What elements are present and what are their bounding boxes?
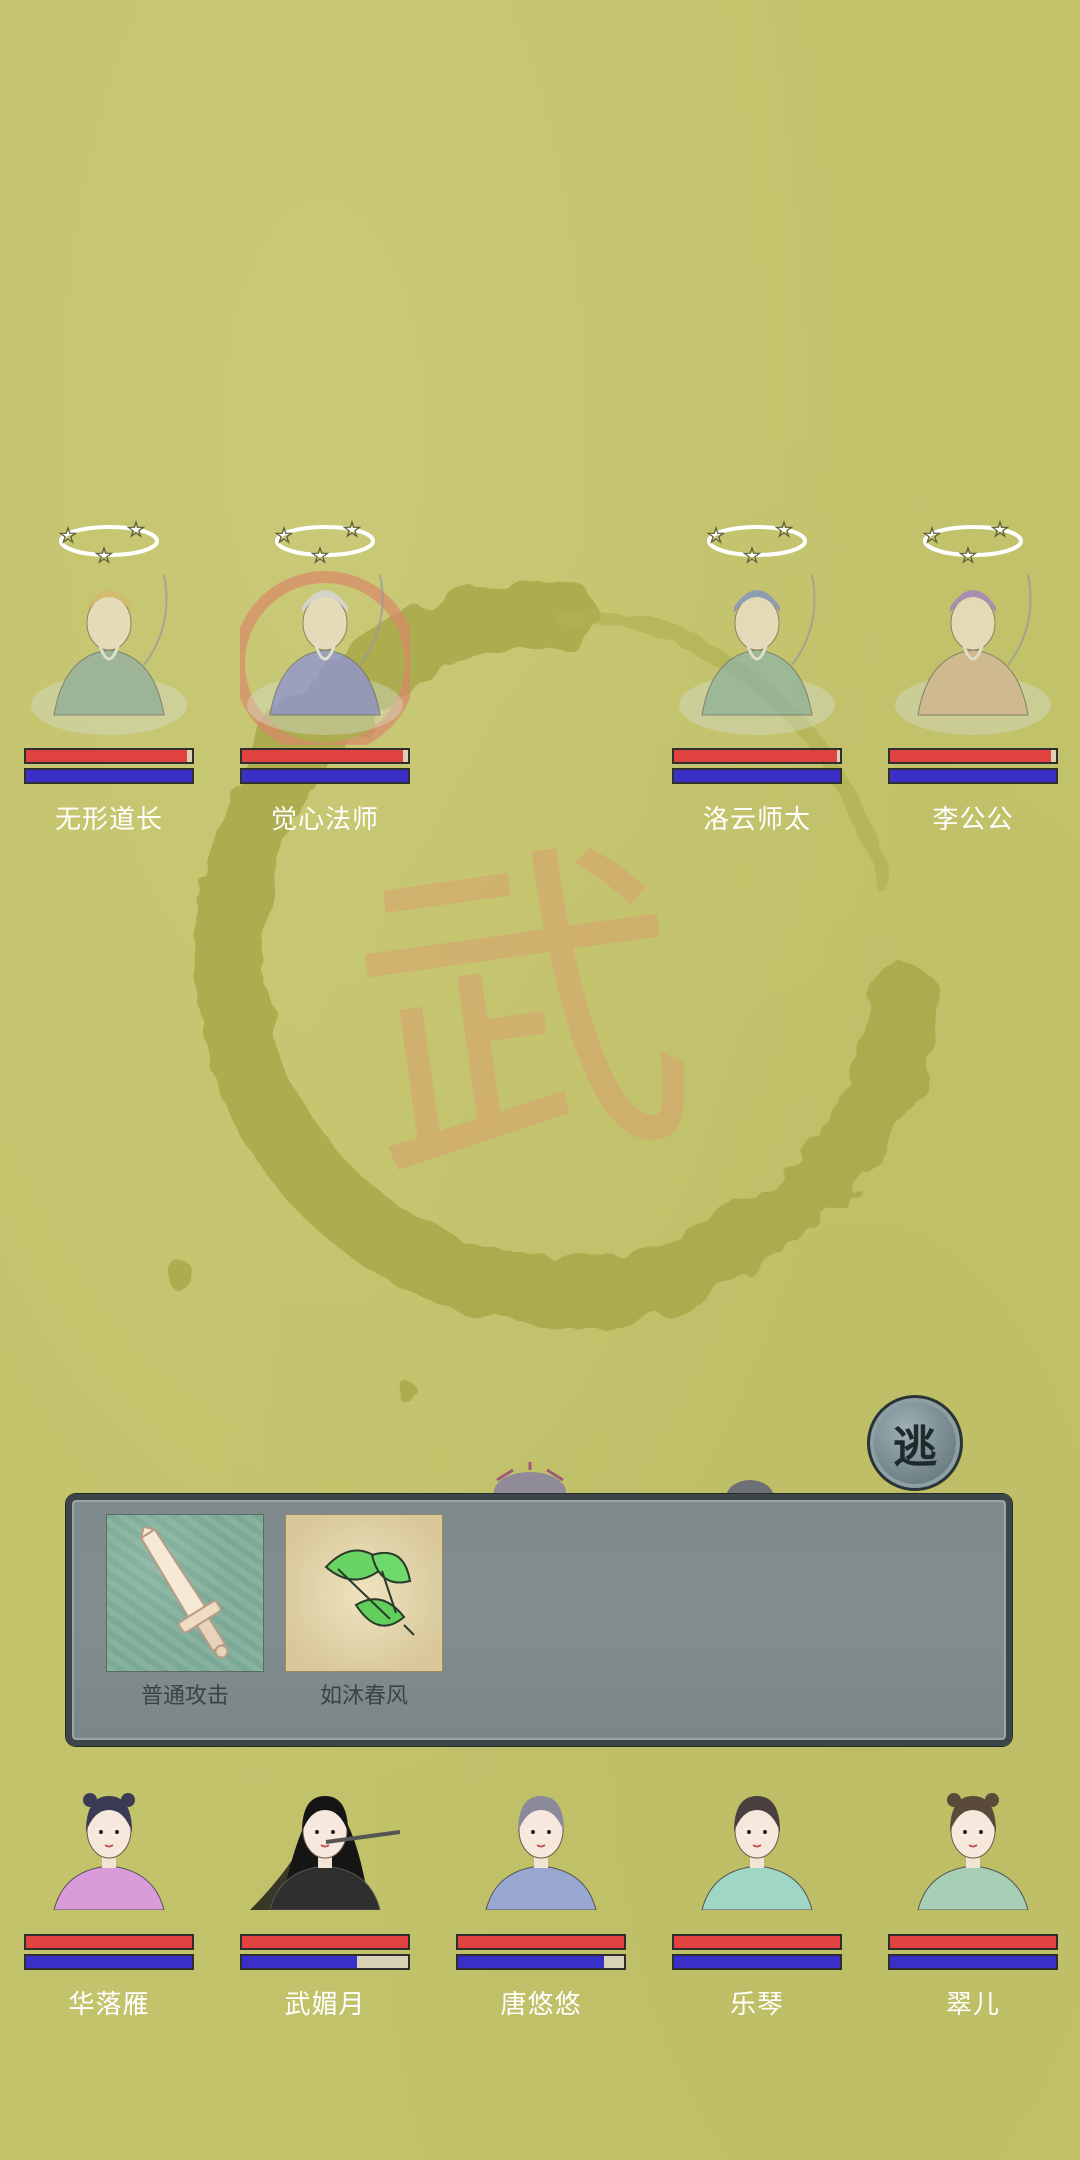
character-figure-icon [53, 1793, 165, 1910]
mp-fill [674, 1956, 840, 1968]
ally-mp-bar [672, 1954, 842, 1970]
enemy-portrait: ☆ ☆ ☆ [31, 518, 187, 735]
enemy-name: 无形道长 [54, 805, 163, 835]
ally-hp-bar [888, 1934, 1058, 1950]
enemy-name: 李公公 [932, 805, 1014, 835]
svg-text:☆: ☆ [126, 518, 146, 543]
enemy-mp-bar [672, 768, 842, 784]
ally-portrait [250, 1796, 401, 1910]
hp-fill [26, 750, 188, 762]
skill-label: 普通攻击 [140, 1684, 229, 1709]
svg-text:☆: ☆ [958, 544, 978, 569]
ally-portrait [53, 1793, 165, 1910]
ally-hp-bar [240, 1934, 410, 1950]
ally-name: 华落雁 [68, 1990, 150, 2020]
enemy-hp-bar [888, 748, 1058, 764]
skill-attack-button[interactable]: 普通攻击 [106, 1514, 264, 1710]
svg-text:☆: ☆ [94, 544, 114, 569]
hp-fill [890, 1936, 1056, 1948]
enemy-mp-bar [24, 768, 194, 784]
hp-fill [890, 750, 1052, 762]
stun-stars-icon: ☆ ☆ ☆ [922, 518, 1023, 569]
mp-fill [26, 770, 192, 782]
enemy-hp-bar [24, 748, 194, 764]
skill-card [285, 1514, 443, 1672]
svg-text:☆: ☆ [990, 518, 1010, 543]
mp-fill [26, 1956, 192, 1968]
enemy-mp-bar [240, 768, 410, 784]
skill-panel: 普通攻击 如沐春风 [66, 1494, 1012, 1746]
ally-mp-bar [240, 1954, 410, 1970]
skill-card [106, 1514, 264, 1672]
svg-text:☆: ☆ [310, 544, 330, 569]
ally-name: 武媚月 [284, 1990, 366, 2020]
ally-mp-bar [456, 1954, 626, 1970]
enemy-portrait: ☆ ☆ ☆ [895, 518, 1051, 735]
svg-text:☆: ☆ [706, 524, 726, 549]
mp-fill [458, 1956, 605, 1968]
ally-hp-bar [672, 1934, 842, 1950]
mp-fill [674, 770, 840, 782]
ally-portrait [701, 1796, 813, 1910]
svg-text:☆: ☆ [774, 518, 794, 543]
skill-spring-breeze-button[interactable]: 如沐春风 [285, 1514, 443, 1710]
mp-fill [890, 770, 1056, 782]
ally-mp-bar [888, 1954, 1058, 1970]
ally-name: 唐悠悠 [500, 1990, 582, 2020]
sword-icon [139, 1525, 229, 1659]
ally-name: 翠儿 [945, 1990, 1000, 2020]
character-figure-icon [250, 1796, 401, 1910]
svg-text:☆: ☆ [922, 524, 942, 549]
ally-portrait [485, 1796, 597, 1910]
stun-stars-icon: ☆ ☆ ☆ [58, 518, 159, 569]
ally-hp-bar [456, 1934, 626, 1950]
mp-fill [242, 770, 408, 782]
character-figure-icon [895, 574, 1051, 735]
ally-mp-bar [24, 1954, 194, 1970]
character-figure-icon [679, 574, 835, 735]
emblem-glyph: 武 [332, 803, 712, 1229]
skill-label: 如沐春风 [319, 1684, 408, 1709]
character-figure-icon [701, 1796, 813, 1910]
enemy-mp-bar [888, 768, 1058, 784]
enemy-name: 觉心法师 [270, 805, 379, 835]
ally-name: 乐琴 [729, 1990, 784, 2020]
svg-text:☆: ☆ [742, 544, 762, 569]
hp-fill [458, 1936, 624, 1948]
stun-stars-icon: ☆ ☆ ☆ [274, 518, 375, 569]
stun-stars-icon: ☆ ☆ ☆ [706, 518, 807, 569]
svg-text:☆: ☆ [58, 524, 78, 549]
character-figure-icon [485, 1796, 597, 1910]
hp-fill [674, 750, 837, 762]
mp-fill [242, 1956, 357, 1968]
hidden-ally-head [494, 1462, 566, 1498]
ally-portrait [917, 1793, 1029, 1910]
flee-button[interactable]: 逃 [867, 1395, 963, 1491]
enemy-name: 洛云师太 [702, 805, 811, 835]
character-figure-icon [31, 574, 187, 735]
mp-fill [890, 1956, 1056, 1968]
enemy-portrait: ☆ ☆ ☆ [240, 518, 410, 745]
svg-text:☆: ☆ [274, 524, 294, 549]
hp-fill [26, 1936, 192, 1948]
enemy-portrait: ☆ ☆ ☆ [679, 518, 835, 735]
enemy-hp-bar [672, 748, 842, 764]
battle-stage: 武 ☆ ☆ ☆ 无形道长 ☆ ☆ ☆ 觉心法师 ☆ ☆ ☆ 洛云师太 ☆ ☆ ☆ 李公公 [0, 0, 1080, 2160]
leaves-icon [324, 1549, 415, 1636]
enemy-hp-bar [240, 748, 410, 764]
svg-text:☆: ☆ [342, 518, 362, 543]
hp-fill [242, 750, 404, 762]
character-figure-icon [917, 1793, 1029, 1910]
ally-hp-bar [24, 1934, 194, 1950]
hp-fill [242, 1936, 408, 1948]
hp-fill [674, 1936, 840, 1948]
